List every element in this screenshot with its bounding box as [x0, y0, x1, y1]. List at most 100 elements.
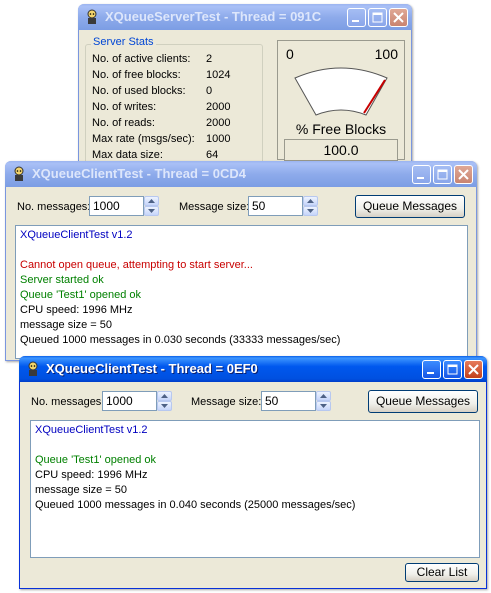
spin-up-button[interactable]	[303, 196, 318, 206]
message-size-label: Message size:	[191, 396, 262, 408]
clear-list-label: Clear List	[416, 565, 468, 579]
spin-up-button[interactable]	[144, 196, 159, 206]
stat-row: No. of free blocks: 1024	[92, 67, 262, 83]
chevron-up-icon	[307, 199, 314, 203]
server-window: XQueueServerTest - Thread = 091C Server …	[78, 4, 412, 166]
log-line: XQueueClientTest v1.2	[35, 424, 148, 436]
minimize-icon	[427, 372, 434, 374]
stat-label: Max data size:	[92, 149, 163, 161]
server-stats-list: No. of active clients: 2 No. of free block…	[92, 51, 262, 163]
no-messages-label: No. messages:	[17, 201, 91, 213]
log-line: CPU speed: 1996 MHz	[35, 469, 148, 481]
spin-up-button[interactable]	[316, 391, 331, 401]
queue-messages-button[interactable]: Queue Messages	[368, 390, 478, 413]
minimize-icon	[352, 20, 359, 22]
log-line: XQueueClientTest v1.2	[20, 229, 133, 241]
server-stats-group-label: Server Stats	[91, 36, 156, 48]
queue-messages-button[interactable]: Queue Messages	[355, 195, 465, 218]
client2-title: XQueueClientTest - Thread = 0EF0	[46, 361, 258, 376]
log-line: Cannot open queue, attempting to start s…	[20, 259, 253, 271]
no-messages-input[interactable]: 1000	[102, 391, 157, 411]
log-line: Queued 1000 messages in 0.040 seconds (2…	[35, 499, 356, 511]
stat-label: Max rate (msgs/sec):	[92, 133, 195, 145]
log-line: CPU speed: 1996 MHz	[20, 304, 133, 316]
message-size-input[interactable]: 50	[248, 196, 303, 216]
gauge-caption: % Free Blocks	[295, 121, 387, 137]
gauge-value-box: 100.0	[284, 139, 398, 161]
maximize-icon	[372, 12, 383, 23]
chevron-up-icon	[320, 394, 327, 398]
close-icon	[468, 364, 479, 375]
no-messages-label: No. messages:	[31, 396, 105, 408]
client-window-0cd4: XQueueClientTest - Thread = 0CD4 No. mes…	[5, 161, 477, 361]
log-line: message size = 50	[20, 319, 113, 331]
stat-label: No. of used blocks:	[92, 85, 186, 97]
no-messages-spinner[interactable]: 1000	[102, 391, 172, 411]
log-line: message size = 50	[35, 484, 128, 496]
message-size-label: Message size:	[179, 201, 250, 213]
stat-row: No. of active clients: 2	[92, 51, 262, 67]
chevron-up-icon	[161, 394, 168, 398]
server-titlebar[interactable]: XQueueServerTest - Thread = 091C	[78, 4, 412, 30]
stat-label: No. of reads:	[92, 117, 155, 129]
message-size-input[interactable]: 50	[261, 391, 316, 411]
close-icon	[458, 169, 469, 180]
stat-row: No. of used blocks: 0	[92, 83, 262, 99]
stat-value: 2000	[206, 117, 231, 129]
stat-value: 1024	[206, 69, 231, 81]
app-icon	[28, 361, 38, 376]
free-blocks-gauge: 0 100 % Free Blocks 100.0	[277, 40, 405, 161]
maximize-button[interactable]	[433, 165, 452, 184]
gauge-dial	[294, 67, 388, 116]
stat-value: 2000	[206, 101, 231, 113]
minimize-button[interactable]	[412, 165, 431, 184]
close-button[interactable]	[454, 165, 473, 184]
close-button[interactable]	[389, 8, 408, 27]
stat-value: 1000	[206, 133, 231, 145]
queue-messages-label: Queue Messages	[362, 199, 458, 213]
queue-messages-label: Queue Messages	[375, 394, 471, 408]
maximize-button[interactable]	[368, 8, 387, 27]
clear-list-button[interactable]: Clear List	[405, 563, 479, 582]
stat-row: No. of reads: 2000	[92, 115, 262, 131]
message-size-spinner[interactable]: 50	[248, 196, 318, 216]
client2-titlebar[interactable]: XQueueClientTest - Thread = 0EF0	[19, 356, 487, 382]
spin-up-button[interactable]	[157, 391, 172, 401]
minimize-icon	[417, 177, 424, 179]
log-line: Queue 'Test1' opened ok	[35, 454, 157, 466]
client1-title: XQueueClientTest - Thread = 0CD4	[32, 166, 246, 181]
chevron-down-icon	[320, 404, 327, 408]
server-title: XQueueServerTest - Thread = 091C	[105, 9, 322, 24]
client-window-0ef0: XQueueClientTest - Thread = 0EF0 No. mes…	[19, 356, 487, 589]
maximize-button[interactable]	[443, 360, 462, 379]
minimize-button[interactable]	[422, 360, 441, 379]
gauge-value: 100.0	[323, 142, 359, 158]
log-line: Queue 'Test1' opened ok	[20, 289, 142, 301]
close-button[interactable]	[464, 360, 483, 379]
spin-down-button[interactable]	[157, 401, 172, 411]
maximize-icon	[447, 364, 458, 375]
no-messages-spinner[interactable]: 1000	[89, 196, 159, 216]
chevron-down-icon	[307, 209, 314, 213]
stat-label: No. of active clients:	[92, 53, 191, 65]
spin-down-button[interactable]	[303, 206, 318, 216]
stat-row: Max rate (msgs/sec): 1000	[92, 131, 262, 147]
spin-down-button[interactable]	[316, 401, 331, 411]
chevron-down-icon	[148, 209, 155, 213]
message-size-spinner[interactable]: 50	[261, 391, 331, 411]
stat-label: No. of free blocks:	[92, 69, 181, 81]
log-line: Server started ok	[20, 274, 104, 286]
client1-message-log[interactable]: XQueueClientTest v1.2 Cannot open queue, …	[15, 225, 468, 359]
stat-row: No. of writes: 2000	[92, 99, 262, 115]
minimize-button[interactable]	[347, 8, 366, 27]
stat-label: No. of writes:	[92, 101, 157, 113]
stat-value: 0	[206, 85, 213, 97]
spin-down-button[interactable]	[144, 206, 159, 216]
app-icon	[87, 9, 97, 24]
no-messages-input[interactable]: 1000	[89, 196, 144, 216]
close-icon	[393, 12, 404, 23]
stat-value: 2	[206, 53, 213, 65]
client2-message-log[interactable]: XQueueClientTest v1.2 Queue 'Test1' opene…	[30, 420, 480, 558]
client1-titlebar[interactable]: XQueueClientTest - Thread = 0CD4	[5, 161, 477, 187]
